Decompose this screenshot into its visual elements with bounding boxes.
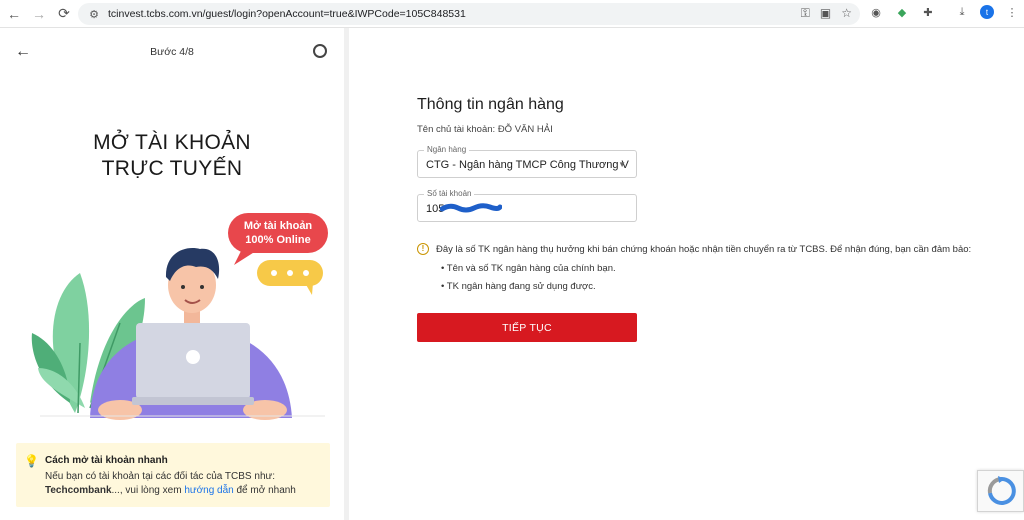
- hero-title-line2: TRỰC TUYẾN: [101, 157, 243, 180]
- hero-title: MỞ TÀI KHOẢN TRỰC TUYẾN: [0, 130, 344, 182]
- site-info-icon[interactable]: ⚙: [84, 8, 104, 21]
- tip-body: Nếu bạn có tài khoản tại các đối tác của…: [45, 470, 315, 498]
- info-warning-icon: !: [417, 243, 429, 255]
- tip-body-text: Nếu bạn có tài khoản tại các đối tác của…: [45, 471, 275, 482]
- bank-label: Ngân hàng: [424, 145, 470, 154]
- browser-toolbar: ← → ⟳ ⚙ tcinvest.tcbs.com.vn/guest/login…: [0, 0, 1024, 28]
- owner-label: Tên chủ tài khoản:: [417, 124, 496, 135]
- bullet-text: Tên và số TK ngân hàng của chính bạn.: [446, 263, 616, 274]
- account-owner: Tên chủ tài khoản: ĐỖ VĂN HẢI: [417, 124, 553, 135]
- extensions-puzzle-icon[interactable]: ✚: [920, 4, 936, 20]
- form-title: Thông tin ngân hàng: [417, 96, 564, 113]
- bookmark-star-icon[interactable]: ☆: [841, 6, 852, 21]
- typing-bubble-icon: [257, 260, 323, 295]
- bank-select[interactable]: Ngân hàng CTG - Ngân hàng TMCP Công Thươ…: [417, 145, 637, 178]
- install-app-icon[interactable]: ▣: [820, 6, 831, 21]
- illustration-person-laptop: Mở tài khoản 100% Online: [31, 213, 328, 420]
- extension-leaf-icon[interactable]: ◆: [894, 4, 910, 20]
- bullet-item: • Tên và số TK ngân hàng của chính bạn.: [441, 263, 616, 274]
- profile-avatar[interactable]: t: [980, 5, 994, 19]
- url-text[interactable]: tcinvest.tcbs.com.vn/guest/login?openAcc…: [108, 8, 466, 20]
- notice-text: Đây là số TK ngân hàng thụ hưởng khi bán…: [436, 244, 972, 255]
- account-number-field[interactable]: Số tài khoản 105: [417, 189, 637, 222]
- address-bar[interactable]: ⚙ tcinvest.tcbs.com.vn/guest/login?openA…: [78, 3, 860, 25]
- redaction-scribble: [440, 203, 502, 213]
- bullet-item: • TK ngân hàng đang sử dụng được.: [441, 281, 596, 292]
- bubble-line2: 100% Online: [245, 234, 310, 246]
- bank-value[interactable]: CTG - Ngân hàng TMCP Công Thương V: [426, 159, 629, 171]
- chevron-down-icon[interactable]: ▼: [618, 160, 626, 169]
- speech-bubble: Mở tài khoản 100% Online: [228, 213, 328, 265]
- panel-divider: [344, 28, 349, 520]
- laptop-icon: [132, 323, 254, 405]
- password-key-icon[interactable]: ⚿: [801, 6, 810, 21]
- extension-mouse-icon[interactable]: ◉: [868, 4, 884, 20]
- tip-body-text-2: ..., vui lòng xem: [111, 485, 185, 496]
- hero-title-line1: MỞ TÀI KHOẢN: [93, 131, 251, 154]
- continue-button[interactable]: TIẾP TỤC: [417, 313, 637, 342]
- tip-body-text-3: để mở nhanh: [233, 485, 296, 496]
- recaptcha-badge[interactable]: [977, 470, 1024, 512]
- step-indicator: Bước 4/8: [150, 46, 194, 58]
- tip-box: 💡 Cách mở tài khoản nhanh Nếu bạn có tài…: [16, 443, 330, 507]
- left-panel: ← Bước 4/8 MỞ TÀI KHOẢN TRỰC TUYẾN Mở tà…: [0, 28, 344, 520]
- tip-title: Cách mở tài khoản nhanh: [45, 455, 168, 466]
- bullet-text: TK ngân hàng đang sử dụng được.: [446, 281, 596, 292]
- bubble-line1: Mở tài khoản: [244, 220, 313, 232]
- owner-name: ĐỖ VĂN HẢI: [497, 124, 553, 135]
- support-headset-icon[interactable]: [313, 44, 327, 58]
- guide-link[interactable]: hướng dẫn: [184, 485, 233, 496]
- download-icon[interactable]: ⤓: [954, 4, 970, 20]
- forward-icon[interactable]: →: [28, 3, 50, 25]
- lightbulb-icon: 💡: [24, 454, 39, 468]
- menu-kebab-icon[interactable]: ⋮: [1004, 4, 1020, 20]
- back-icon[interactable]: ←: [3, 3, 25, 25]
- recaptcha-icon: [987, 476, 1016, 505]
- tip-partner-name: Techcombank: [45, 485, 112, 496]
- reload-icon[interactable]: ⟳: [53, 3, 75, 25]
- account-label: Số tài khoản: [424, 189, 475, 198]
